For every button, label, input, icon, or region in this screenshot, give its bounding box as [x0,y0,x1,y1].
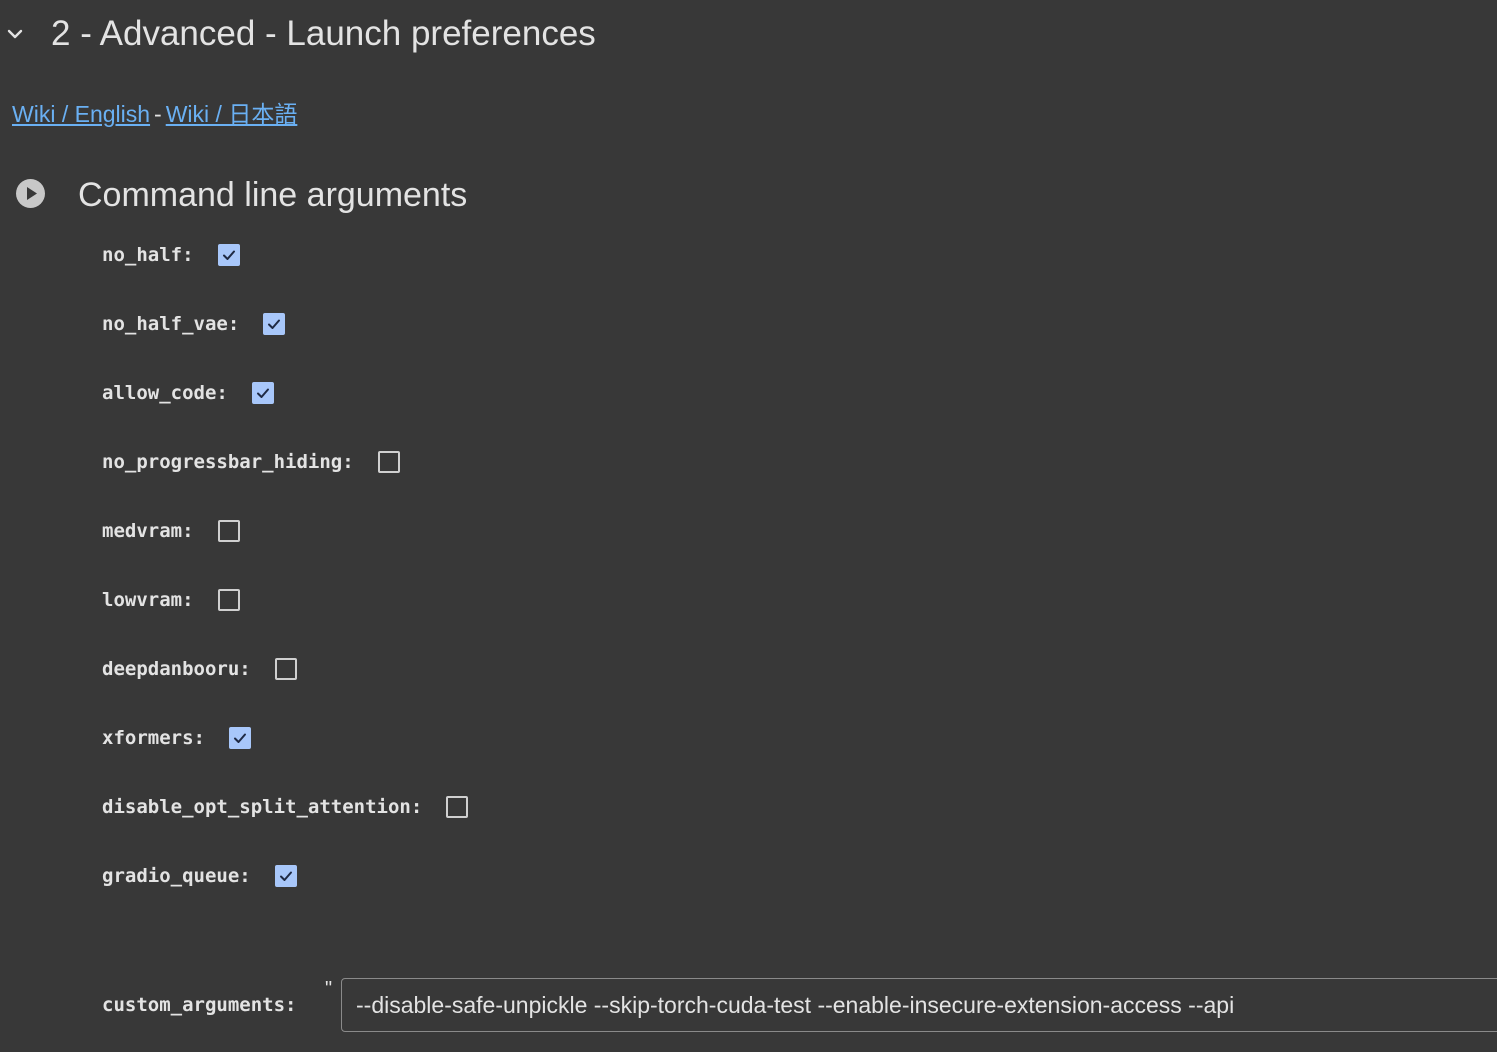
run-cell-button[interactable] [16,179,45,208]
param-row: allow_code: [102,378,274,408]
param-checkbox[interactable] [377,451,400,473]
param-label: allow_code: [102,382,228,404]
param-checkbox[interactable] [263,313,286,335]
quote-mark: " [325,978,333,1000]
param-row: medvram: [102,516,240,546]
param-label: xformers: [102,727,205,749]
param-checkbox[interactable] [217,244,240,266]
param-label: deepdanbooru: [102,658,251,680]
param-label: no_half: [102,244,194,266]
checkmark-icon [222,250,235,260]
custom-arguments-input[interactable] [341,978,1497,1032]
param-checkbox[interactable] [274,658,297,680]
param-row: gradio_queue: [102,861,297,891]
checkmark-icon [268,319,281,329]
param-checkbox[interactable] [217,589,240,611]
checkmark-icon [256,388,269,398]
param-row: deepdanbooru: [102,654,297,684]
param-row: xformers: [102,723,251,753]
param-label: lowvram: [102,589,194,611]
param-checkbox[interactable] [274,865,297,887]
param-label: medvram: [102,520,194,542]
param-checkbox[interactable] [228,727,251,749]
checkmark-icon [279,871,292,881]
notebook-cell: 2 - Advanced - Launch preferences Wiki /… [0,0,1497,1052]
param-row: no_progressbar_hiding: [102,447,400,477]
param-row: no_half_vae: [102,309,286,339]
wiki-english-link[interactable]: Wiki / English [12,101,150,127]
param-label: gradio_queue: [102,865,251,887]
param-row: disable_opt_split_attention: [102,792,469,822]
play-circle-icon [27,187,37,200]
form-title: Command line arguments [78,176,468,214]
param-checkbox[interactable] [251,382,274,404]
section-title: 2 - Advanced - Launch preferences [51,14,596,53]
param-checkbox[interactable] [446,796,469,818]
param-label: no_progressbar_hiding: [102,451,354,473]
custom-arguments-label: custom_arguments: [102,994,297,1016]
param-label: disable_opt_split_attention: [102,796,423,818]
chevron-down-icon[interactable] [4,23,26,45]
checkmark-icon [233,733,246,743]
custom-arguments-row: custom_arguments: [102,978,296,1032]
param-row: no_half: [102,240,240,270]
link-separator: - [154,101,162,127]
param-row: lowvram: [102,585,240,615]
wiki-links: Wiki / English - Wiki / 日本語 [12,95,297,129]
param-label: no_half_vae: [102,313,240,335]
wiki-japanese-link[interactable]: Wiki / 日本語 [166,101,298,127]
param-checkbox[interactable] [217,520,240,542]
